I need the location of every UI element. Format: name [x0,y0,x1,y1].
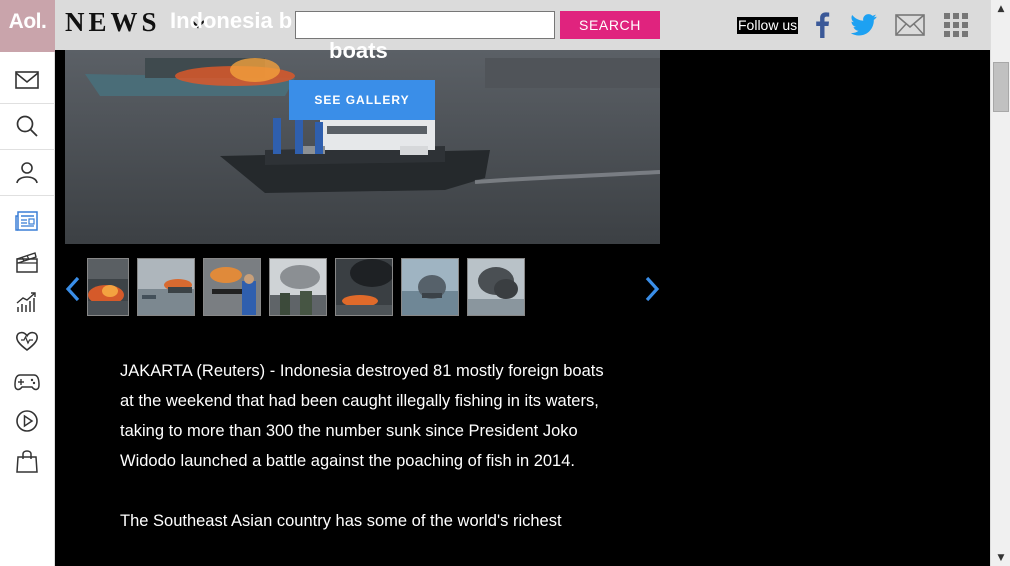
twitter-icon[interactable] [849,10,879,40]
aol-logo[interactable]: Aol. [0,0,55,52]
section-title[interactable]: NEWS [65,7,161,38]
gallery-thumbnail[interactable] [401,258,459,316]
finance-icon[interactable] [13,288,41,316]
gallery-thumbnail[interactable] [203,258,261,316]
gallery-prev-arrow[interactable] [62,272,84,306]
games-icon[interactable] [13,368,41,396]
scroll-up-arrow-icon[interactable]: ▲ [991,0,1010,17]
gallery-thumbnail[interactable] [137,258,195,316]
gallery-thumbnail[interactable] [467,258,525,316]
video-icon[interactable] [13,407,41,435]
gallery-thumbnail[interactable] [335,258,393,316]
gallery-thumbnail[interactable] [269,258,327,316]
gallery-next-arrow[interactable] [641,272,663,306]
facebook-icon[interactable] [807,10,837,40]
mail-icon[interactable] [895,10,925,40]
gallery-thumbnail[interactable] [87,258,129,316]
entertainment-icon[interactable] [13,248,41,276]
left-sidebar: Aol. [0,0,55,566]
news-icon[interactable] [13,207,41,235]
mail-icon[interactable] [13,66,41,94]
article-paragraph: JAKARTA (Reuters) - Indonesia destroyed … [120,362,604,470]
vertical-scrollbar[interactable]: ▲ ▼ [990,0,1010,566]
follow-us-label: Follow us [737,17,799,34]
search-input[interactable] [295,11,555,39]
shopping-icon[interactable] [13,447,41,475]
article-paragraph: The Southeast Asian country has some of … [120,512,562,530]
see-gallery-button[interactable]: SEE GALLERY [289,80,435,120]
article-body: JAKARTA (Reuters) - Indonesia destroyed … [120,356,615,566]
gallery-title: Indonesia b [170,8,293,33]
scroll-thumb[interactable] [993,62,1009,112]
user-icon[interactable] [13,158,41,186]
gallery-title-line2: boats [329,38,388,63]
apps-grid-icon[interactable] [941,10,971,40]
search-icon[interactable] [13,112,41,140]
scroll-down-arrow-icon[interactable]: ▼ [991,549,1010,566]
search-button[interactable]: SEARCH [560,11,660,39]
lifestyle-icon[interactable] [13,327,41,355]
